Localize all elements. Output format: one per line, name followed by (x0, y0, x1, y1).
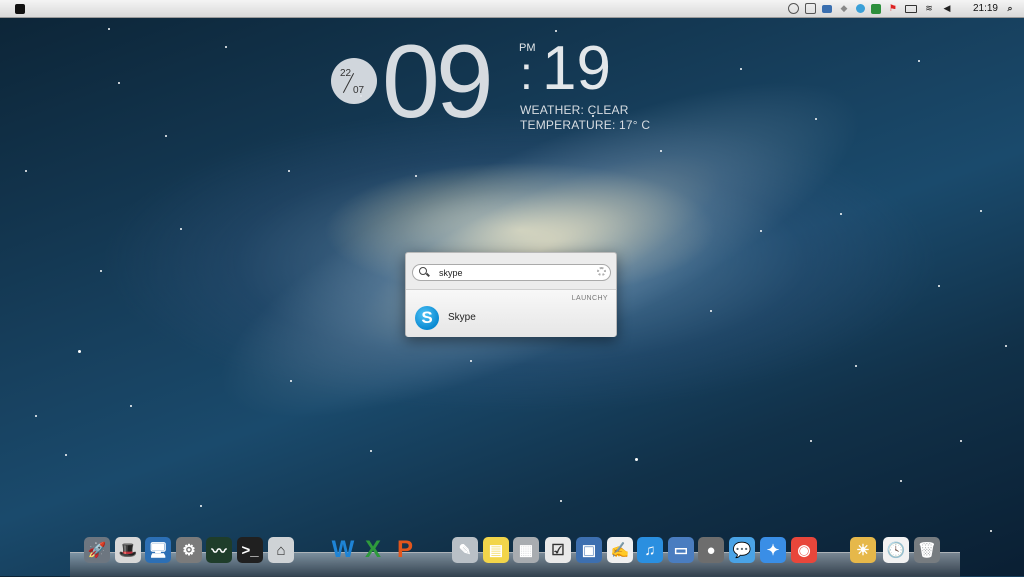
star (760, 230, 762, 232)
star (225, 46, 227, 48)
powerpoint-icon[interactable]: P (392, 536, 418, 563)
star (990, 530, 992, 532)
star (180, 228, 182, 230)
galaxy-wallpaper (179, 16, 901, 484)
star (980, 210, 982, 212)
facetime-icon[interactable]: ● (698, 537, 724, 563)
stickies-icon[interactable]: ▤ (483, 537, 509, 563)
result-label[interactable]: Skype (448, 312, 476, 323)
gear-icon[interactable] (597, 267, 606, 276)
star (200, 505, 202, 507)
results-section-label: LAUNCHY (571, 295, 608, 302)
star (130, 405, 132, 407)
preview-icon[interactable]: ▣ (576, 537, 602, 563)
word-icon[interactable]: W (330, 536, 356, 563)
chrome-icon[interactable]: ◉ (791, 537, 817, 563)
messages-icon[interactable]: 💬 (729, 537, 755, 563)
star (100, 270, 102, 272)
star (815, 118, 817, 120)
date-badge: 22 07 (331, 58, 377, 104)
droplet-icon[interactable]: ◆ (838, 3, 850, 14)
launchpad-icon[interactable]: 🚀 (84, 537, 110, 563)
textedit-icon[interactable]: ✍ (607, 537, 633, 563)
star (635, 458, 638, 461)
safari-icon[interactable]: ✦ (760, 537, 786, 563)
battery-icon[interactable] (904, 4, 917, 13)
clock-icon[interactable] (787, 3, 799, 14)
clock-hour: 09 (382, 24, 494, 140)
globe-icon[interactable] (855, 4, 865, 13)
flag-icon[interactable]: ⚑ (887, 3, 899, 14)
star (560, 500, 562, 502)
search-field[interactable] (412, 264, 611, 281)
star (900, 480, 902, 482)
star (118, 82, 120, 84)
launchy-window: LAUNCHY S Skype (405, 252, 617, 337)
clock-colon: : (520, 47, 533, 99)
star (165, 135, 167, 137)
star (710, 310, 712, 312)
star (840, 213, 842, 215)
star (108, 28, 110, 30)
mail-icon[interactable] (821, 4, 832, 13)
skype-icon[interactable]: S (415, 306, 439, 330)
star (370, 450, 372, 452)
activity-monitor-icon[interactable]: 〰 (206, 537, 232, 563)
star (415, 175, 417, 177)
star (660, 150, 662, 152)
network-icon[interactable] (870, 3, 881, 14)
star (740, 68, 742, 70)
star (1005, 345, 1007, 347)
date-month: 07 (353, 85, 365, 96)
star (25, 170, 27, 172)
pen-icon[interactable]: ✎ (452, 537, 478, 563)
star (290, 380, 292, 382)
status-tray: ◆ ⚑ ≋ ◀ 21:19 ⌕ (787, 0, 1016, 17)
menu-bar: ◆ ⚑ ≋ ◀ 21:19 ⌕ (0, 0, 1024, 18)
search-input[interactable] (439, 266, 579, 279)
star (810, 440, 812, 442)
home-icon[interactable]: ⌂ (268, 537, 294, 563)
star (555, 30, 557, 32)
system-preferences-icon[interactable]: ⚙ (176, 537, 202, 563)
search-icon (419, 267, 427, 275)
display-icon[interactable]: 🖥 (145, 537, 171, 563)
menu-clock[interactable]: 21:19 (973, 3, 998, 14)
clock-icon[interactable]: 🕓 (883, 537, 909, 563)
star (78, 350, 81, 353)
star (918, 60, 920, 62)
results-list: LAUNCHY S Skype (406, 289, 616, 337)
volume-icon[interactable]: ◀ (941, 3, 953, 14)
star (35, 415, 37, 417)
notes-icon[interactable] (804, 3, 816, 14)
wifi-icon[interactable]: ≋ (923, 3, 935, 14)
checklist-icon[interactable]: ☑ (545, 537, 571, 563)
alfred-icon[interactable]: 🎩 (115, 537, 141, 563)
spotlight-search-icon[interactable]: ⌕ (1004, 3, 1016, 14)
calculator-icon[interactable]: ▦ (513, 537, 539, 563)
clock-minutes: 19 (542, 34, 611, 103)
star (938, 285, 940, 287)
photo-icon[interactable]: ▭ (668, 537, 694, 563)
itunes-icon[interactable]: ♫ (637, 537, 663, 563)
trash-icon[interactable]: 🗑 (914, 537, 940, 563)
star (470, 360, 472, 362)
terminal-icon[interactable]: >_ (237, 537, 263, 563)
weather-icon[interactable]: ☀ (850, 537, 876, 563)
star (65, 454, 67, 456)
weather-status: WEATHER: CLEAR (520, 103, 629, 117)
excel-icon[interactable]: X (360, 536, 386, 563)
star (855, 365, 857, 367)
star (288, 170, 290, 172)
star (960, 440, 962, 442)
apple-menu-icon[interactable] (15, 3, 25, 14)
temperature-status: TEMPERATURE: 17° C (520, 118, 651, 132)
